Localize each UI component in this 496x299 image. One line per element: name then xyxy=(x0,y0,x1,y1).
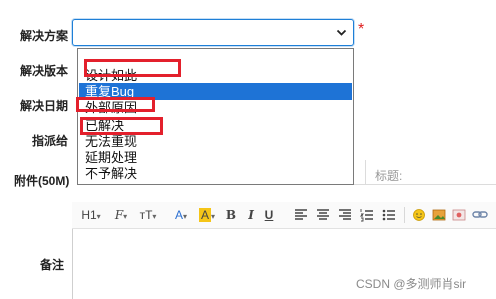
annotation-box xyxy=(80,117,163,135)
solution-label: 解决方案 xyxy=(20,29,69,43)
font-color-label: A xyxy=(174,208,183,222)
italic-button[interactable]: I xyxy=(244,206,258,224)
align-right-icon[interactable] xyxy=(338,206,352,224)
dropdown-option[interactable]: 无法重现 xyxy=(79,133,352,150)
ordered-list-icon[interactable] xyxy=(360,206,374,224)
annotation-box xyxy=(84,59,181,77)
underline-button[interactable]: U xyxy=(262,206,276,224)
dropdown-option[interactable]: 延期处理 xyxy=(79,149,352,166)
heading-button[interactable]: H1▾ xyxy=(80,206,102,224)
assign-label: 指派给 xyxy=(32,134,69,148)
dropdown-caret-icon: ▾ xyxy=(152,212,157,221)
dropdown-caret-icon: ▾ xyxy=(123,212,128,221)
emoji-icon[interactable] xyxy=(412,206,426,224)
font-family-label: F xyxy=(114,208,124,222)
watermark: CSDN @多测师肖sir xyxy=(356,277,467,291)
annotation-box xyxy=(76,97,155,112)
date-label: 解决日期 xyxy=(20,99,69,113)
build-label: 解决版本 xyxy=(20,64,69,78)
divider xyxy=(354,184,496,185)
editor-toolbar: H1▾ F▾ тT▾ A▾ A ▾ B I U xyxy=(72,202,496,229)
background-color-button[interactable]: A ▾ xyxy=(196,206,218,224)
image-icon[interactable] xyxy=(432,206,446,224)
dropdown-option[interactable]: 不予解决 xyxy=(79,165,352,182)
font-size-button[interactable]: тT▾ xyxy=(136,206,160,224)
dropdown-caret-icon: ▾ xyxy=(96,212,101,221)
divider xyxy=(365,160,366,185)
unordered-list-icon[interactable] xyxy=(382,206,396,224)
background-color-label: A xyxy=(198,208,211,222)
align-left-icon[interactable] xyxy=(294,206,308,224)
align-center-icon[interactable] xyxy=(316,206,330,224)
font-color-button[interactable]: A▾ xyxy=(172,206,190,224)
required-marker: * xyxy=(358,21,365,38)
code-icon[interactable] xyxy=(452,206,466,224)
title-input-label[interactable]: 标题: xyxy=(375,167,402,184)
toolbar-separator xyxy=(404,207,405,223)
heading-label: H1 xyxy=(81,208,97,222)
link-icon[interactable] xyxy=(472,206,488,224)
dropdown-caret-icon: ▾ xyxy=(183,212,188,221)
attachment-label: 附件(50M) xyxy=(14,174,70,188)
dropdown-caret-icon: ▾ xyxy=(211,212,216,221)
font-size-label: тT xyxy=(139,208,153,222)
remark-label: 备注 xyxy=(40,258,65,272)
solution-select[interactable] xyxy=(72,19,354,46)
bold-button[interactable]: B xyxy=(224,206,238,224)
font-family-button[interactable]: F▾ xyxy=(110,206,132,224)
chevron-down-icon xyxy=(336,29,347,36)
